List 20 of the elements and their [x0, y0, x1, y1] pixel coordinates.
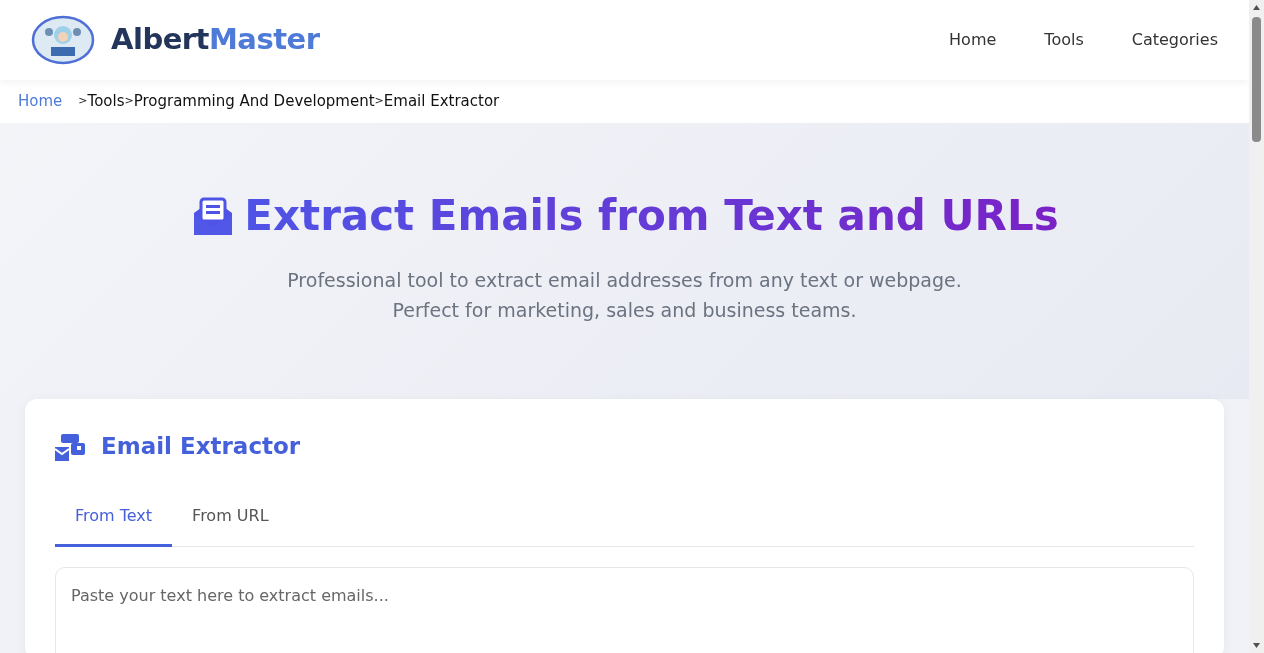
breadcrumb-link[interactable]: Home — [18, 90, 63, 113]
nav-link[interactable]: Home — [949, 28, 997, 52]
breadcrumb-item: Tools — [87, 91, 125, 113]
nav-link[interactable]: Tools — [1044, 28, 1084, 52]
nav-link[interactable]: Categories — [1131, 28, 1218, 52]
breadcrumb-separator: > — [374, 93, 384, 108]
tab[interactable]: From URL — [172, 493, 289, 547]
mail-bulk-icon — [55, 432, 85, 461]
tab[interactable]: From Text — [55, 493, 173, 547]
logo-text: Albert — [111, 22, 209, 57]
breadcrumb-item: Email Extractor — [383, 91, 500, 113]
subtitle-text: Professional tool to extract email addresses from any text or webpage. — [286, 268, 963, 294]
logo-text-accent: Master — [209, 22, 320, 57]
subtitle-text: Perfect for marketing, sales and business teams. — [391, 298, 858, 324]
breadcrumb-separator: > — [78, 93, 88, 110]
breadcrumb-item: Programming And Development — [133, 91, 375, 113]
logo-icon — [31, 15, 95, 65]
text-input-field[interactable]: Paste your text here to extract emails... — [55, 566, 1194, 653]
breadcrumb-separator: > — [124, 93, 134, 110]
tool-title: Email Extractor — [101, 432, 301, 462]
